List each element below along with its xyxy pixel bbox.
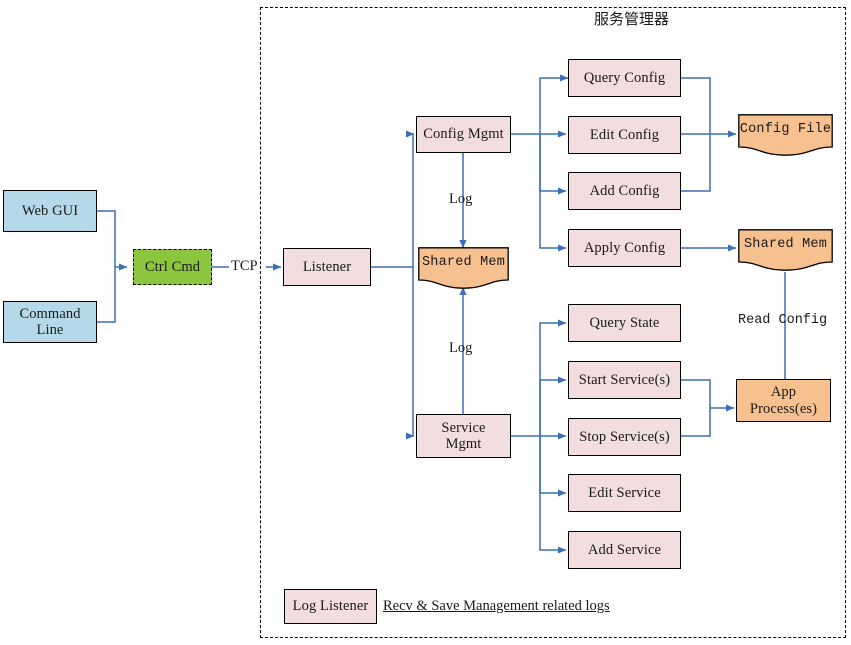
node-add-config[interactable]: Add Config — [568, 172, 681, 210]
node-start-service[interactable]: Start Service(s) — [568, 361, 681, 399]
node-service-mgmt[interactable]: Service Mgmt — [416, 414, 511, 458]
node-service-mgmt-label: Service Mgmt — [441, 419, 486, 452]
node-ctrl-cmd[interactable]: Ctrl Cmd — [133, 249, 212, 285]
node-edit-service-label: Edit Service — [588, 484, 661, 501]
node-add-service-label: Add Service — [587, 541, 662, 558]
node-query-state[interactable]: Query State — [568, 304, 681, 342]
node-start-service-label: Start Service(s) — [578, 371, 671, 388]
node-log-listener[interactable]: Log Listener — [284, 589, 377, 624]
node-config-mgmt-label: Config Mgmt — [423, 126, 504, 143]
node-edit-config[interactable]: Edit Config — [568, 116, 681, 154]
node-shared-mem-right[interactable]: Shared Mem — [738, 229, 833, 271]
node-add-service[interactable]: Add Service — [568, 531, 681, 569]
node-log-listener-label: Log Listener — [292, 598, 369, 615]
node-query-config[interactable]: Query Config — [568, 59, 681, 97]
node-web-gui-label: Web GUI — [21, 202, 79, 219]
diagram-canvas: 服务管理器 Web GUI Command Line Ctrl Cmd TCP … — [0, 0, 851, 645]
node-command-line-label: Command Line — [19, 305, 81, 338]
node-apply-config[interactable]: Apply Config — [568, 229, 681, 267]
edge-label-tcp: TCP — [231, 258, 258, 274]
boundary-title: 服务管理器 — [594, 10, 670, 28]
node-query-config-label: Query Config — [583, 69, 666, 86]
node-config-mgmt[interactable]: Config Mgmt — [416, 116, 511, 153]
node-ctrl-cmd-label: Ctrl Cmd — [144, 258, 201, 275]
node-query-state-label: Query State — [589, 314, 660, 331]
node-edit-service[interactable]: Edit Service — [568, 474, 681, 512]
node-stop-service-label: Stop Service(s) — [579, 428, 670, 445]
node-command-line[interactable]: Command Line — [3, 301, 97, 343]
node-apply-config-label: Apply Config — [583, 239, 666, 256]
node-web-gui[interactable]: Web GUI — [3, 190, 97, 232]
node-stop-service[interactable]: Stop Service(s) — [568, 418, 681, 456]
edge-label-read-config: Read Config — [738, 313, 828, 328]
node-app-process-label: App Process(es) — [749, 384, 818, 417]
node-app-process[interactable]: App Process(es) — [736, 379, 831, 422]
edge-label-log-config: Log — [449, 191, 473, 207]
node-config-file[interactable]: Config File — [738, 114, 833, 156]
edge-label-log-service: Log — [449, 340, 473, 356]
node-add-config-label: Add Config — [589, 182, 660, 199]
connector-layer — [97, 74, 789, 554]
node-edit-config-label: Edit Config — [589, 126, 660, 143]
node-shared-mem-center[interactable]: Shared Mem — [418, 247, 509, 289]
log-listener-note: Recv & Save Management related logs — [383, 598, 610, 614]
node-listener-label: Listener — [302, 258, 352, 275]
node-listener[interactable]: Listener — [283, 248, 371, 286]
